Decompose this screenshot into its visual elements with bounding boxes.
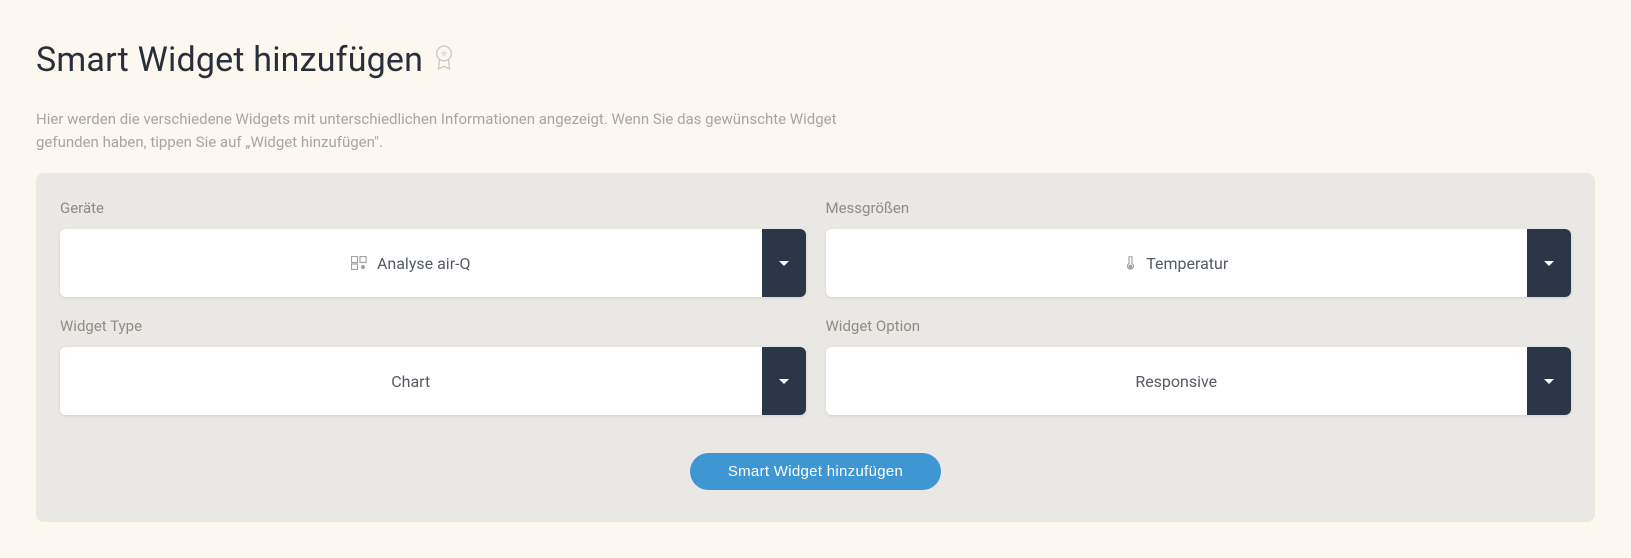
- select-measurements-value[interactable]: Temperatur: [826, 229, 1528, 297]
- chevron-down-icon: [1544, 261, 1554, 266]
- select-widget-type-toggle[interactable]: [762, 347, 806, 415]
- chevron-down-icon: [1544, 379, 1554, 384]
- select-measurements[interactable]: Temperatur: [826, 229, 1572, 297]
- select-widget-type[interactable]: Chart: [60, 347, 806, 415]
- select-widget-type-text: Chart: [391, 372, 430, 391]
- page-title-row: Smart Widget hinzufügen: [36, 40, 1595, 80]
- field-devices-label: Geräte: [60, 199, 806, 217]
- award-badge-icon: [433, 44, 455, 76]
- submit-row: Smart Widget hinzufügen: [60, 453, 1571, 490]
- select-devices-text: Analyse air-Q: [377, 254, 471, 273]
- select-widget-type-value[interactable]: Chart: [60, 347, 762, 415]
- page-subtitle: Hier werden die verschiedene Widgets mit…: [36, 108, 856, 153]
- select-devices[interactable]: Analyse air-Q: [60, 229, 806, 297]
- select-devices-toggle[interactable]: [762, 229, 806, 297]
- field-widget-option: Widget Option Responsive: [826, 317, 1572, 415]
- field-widget-option-label: Widget Option: [826, 317, 1572, 335]
- select-widget-option-value[interactable]: Responsive: [826, 347, 1528, 415]
- add-smart-widget-button[interactable]: Smart Widget hinzufügen: [690, 453, 941, 490]
- select-widget-option[interactable]: Responsive: [826, 347, 1572, 415]
- field-measurements: Messgrößen Temperatur: [826, 199, 1572, 297]
- select-widget-option-toggle[interactable]: [1527, 347, 1571, 415]
- temperature-icon: [1124, 256, 1136, 270]
- chevron-down-icon: [779, 379, 789, 384]
- field-devices: Geräte Analyse air-Q: [60, 199, 806, 297]
- select-measurements-text: Temperatur: [1146, 254, 1228, 273]
- device-grid-icon: [351, 256, 367, 270]
- select-measurements-toggle[interactable]: [1527, 229, 1571, 297]
- select-devices-value[interactable]: Analyse air-Q: [60, 229, 762, 297]
- select-widget-option-text: Responsive: [1135, 372, 1217, 391]
- field-measurements-label: Messgrößen: [826, 199, 1572, 217]
- field-widget-type: Widget Type Chart: [60, 317, 806, 415]
- page-title: Smart Widget hinzufügen: [36, 40, 423, 80]
- chevron-down-icon: [779, 261, 789, 266]
- form-grid: Geräte Analyse air-Q: [60, 199, 1571, 415]
- field-widget-type-label: Widget Type: [60, 317, 806, 335]
- form-card: Geräte Analyse air-Q: [36, 173, 1595, 522]
